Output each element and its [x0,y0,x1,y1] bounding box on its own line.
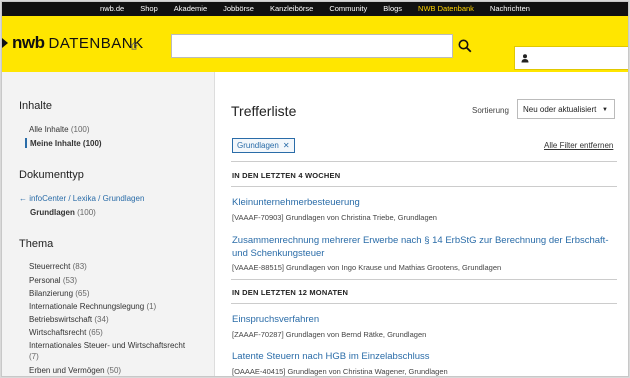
filter-count: (100) [77,208,96,217]
filter-count: (100) [82,139,102,148]
app-frame: nwb.de Shop Akademie Jobbörse Kanzleibör… [1,1,629,377]
sort-value: Neu oder aktualisiert [523,104,597,114]
search-button[interactable] [453,34,477,58]
thema-item[interactable]: Wirtschaftsrecht (65) [29,328,103,337]
divider [231,303,617,304]
topnav-link-kanzleiboerse[interactable]: Kanzleibörse [262,2,321,16]
search-icon [458,39,472,53]
filter-label: Personal [29,276,61,285]
logo-brand: nwb [12,33,45,52]
filter-label: Internationales Steuer- und Wirtschaftsr… [29,341,186,350]
chevron-down-icon: ▼ [602,107,608,113]
thema-item[interactable]: Personal (53) [29,276,77,285]
remove-all-filters-link[interactable]: Alle Filter entfernen [544,141,613,150]
filter-label: Betriebswirtschaft [29,315,93,324]
thema-heading: Thema [19,238,54,250]
thema-item-count[interactable]: (7) [29,352,39,361]
topnav-link-datenbank[interactable]: NWB Datenbank [410,2,482,16]
logo-triangle-icon [2,38,8,48]
sort-select[interactable]: Neu oder aktualisiert ▼ [517,99,615,119]
result-title-link[interactable]: Kleinunternehmerbesteuerung [232,196,622,209]
filter-count: (65) [88,328,103,337]
top-navigation: nwb.de Shop Akademie Jobbörse Kanzleibör… [2,2,628,16]
result-meta: [ZAAAF-70287] Grundlagen von Bernd Rätke… [232,330,427,339]
close-icon[interactable]: ✕ [283,141,290,150]
filter-count: (34) [94,315,109,324]
filter-count: (50) [106,366,122,375]
topnav-link-shop[interactable]: Shop [132,2,166,16]
divider [231,161,617,162]
filter-label: Alle Inhalte [29,125,69,134]
selected-marker [25,138,27,148]
dokumenttyp-heading: Dokumenttyp [19,169,84,181]
thema-item[interactable]: Steuerrecht (83) [29,262,87,271]
result-title-link[interactable]: Zusammenrechnung mehrerer Erwerbe nach §… [232,234,622,260]
filter-label: Bilanzierung [29,289,74,298]
thema-item[interactable]: Bilanzierung (65) [29,289,90,298]
user-account-button[interactable] [514,46,628,70]
thema-item[interactable]: Internationale Rechnungslegung (1) [29,302,156,311]
active-filter-tag[interactable]: Grundlagen ✕ [232,138,295,153]
filter-label: Erben und Vermögen [29,366,105,375]
topnav-link-community[interactable]: Community [321,2,375,16]
filter-label: Steuerrecht [29,262,71,271]
result-meta: [VAAAE-88515] Grundlagen von Ingo Krause… [232,263,502,272]
page-title: Trefferliste [231,103,297,119]
divider [231,186,617,187]
section-heading: IN DEN LETZTEN 4 WOCHEN [232,171,341,180]
filter-count: (7) [29,352,39,361]
result-meta: [VAAAF-70903] Grundlagen von Christina T… [232,213,437,222]
thema-item[interactable]: Erben und Vermögen (50) [29,366,121,375]
thema-item[interactable]: Betriebswirtschaft (34) [29,315,109,324]
user-icon [521,53,529,62]
filter-label: Meine Inhalte [30,139,81,148]
topnav-link-nwb[interactable]: nwb.de [92,2,132,16]
logo[interactable]: nwb DATENBANK [12,33,144,53]
filter-meine-inhalte[interactable]: Meine Inhalte (100) [30,139,102,148]
filter-count: (53) [62,276,78,285]
results-panel: Trefferliste Sortierung Neu oder aktuali… [215,72,628,376]
filter-label: Grundlagen [30,208,75,217]
search-input[interactable] [171,34,453,58]
result-meta: [OAAAE-40415] Grundlagen von Christina W… [232,367,448,376]
doctype-current[interactable]: Grundlagen (100) [30,208,96,217]
thema-item[interactable]: Internationales Steuer- und Wirtschaftsr… [29,341,185,350]
topnav-link-jobboerse[interactable]: Jobbörse [215,2,262,16]
result-title-link[interactable]: Latente Steuern nach HGB im Einzelabschl… [232,350,622,363]
filter-alle-inhalte[interactable]: Alle Inhalte (100) [29,125,90,134]
filter-count: (100) [70,125,90,134]
topnav-link-nachrichten[interactable]: Nachrichten [482,2,538,16]
filter-count: (1) [146,302,157,311]
filter-label: Wirtschaftsrecht [29,328,87,337]
home-icon[interactable] [130,42,138,50]
section-heading: IN DEN LETZTEN 12 MONATEN [232,288,349,297]
result-title-link[interactable]: Einspruchsverfahren [232,313,622,326]
search-bar [171,34,477,58]
sort-label: Sortierung [472,106,509,115]
doctype-back-link[interactable]: ← infoCenter / Lexika / Grundlagen [19,194,144,203]
filter-sidebar: Inhalte Alle Inhalte (100) Meine Inhalte… [2,72,215,376]
filter-label: Internationale Rechnungslegung [29,302,145,311]
filter-count: (83) [72,262,87,271]
header: nwb DATENBANK [2,16,628,72]
divider [231,279,617,280]
filter-tag-label: Grundlagen [237,141,279,150]
inhalte-heading: Inhalte [19,100,53,112]
topnav-link-blogs[interactable]: Blogs [375,2,410,16]
filter-count: (65) [75,289,90,298]
topnav-link-akademie[interactable]: Akademie [166,2,215,16]
